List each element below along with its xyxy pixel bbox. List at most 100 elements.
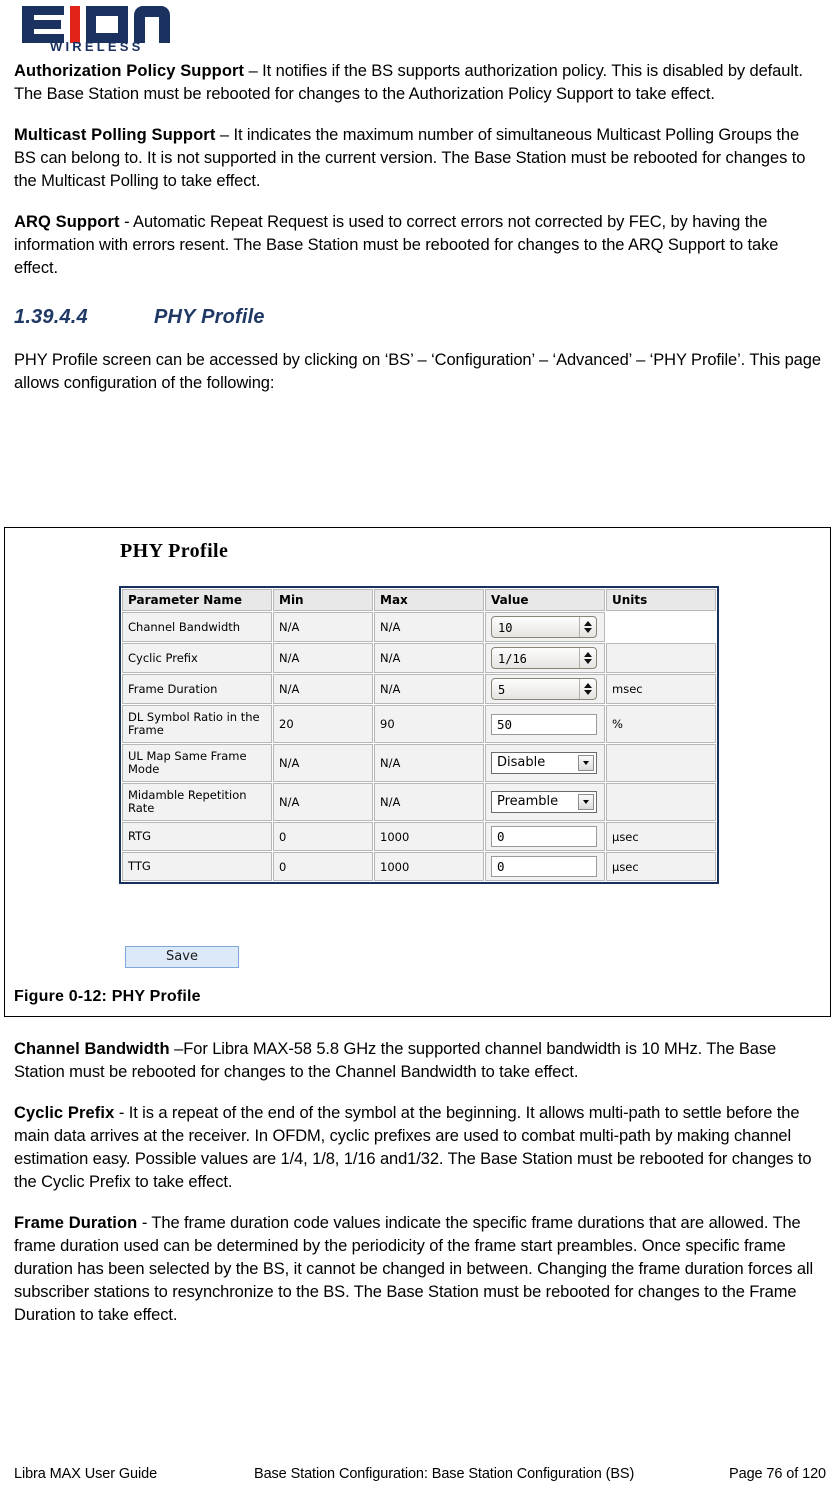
channel-bandwidth-spinner[interactable]: 10 (491, 616, 597, 638)
text-cyclic-prefix: - It is a repeat of the end of the symbo… (14, 1104, 812, 1191)
paragraph-arq-support: ARQ Support - Automatic Repeat Request i… (14, 211, 824, 280)
row-min-dl-symbol-ratio: 20 (273, 705, 373, 743)
row-min-midamble-repetition-rate: N/A (273, 783, 373, 821)
term-arq-support: ARQ Support (14, 213, 120, 231)
paragraph-multicast-polling-support: Multicast Polling Support – It indicates… (14, 124, 824, 193)
spinner-down-icon[interactable] (584, 659, 592, 664)
row-label-frame-duration: Frame Duration (122, 674, 272, 704)
dropdown-button[interactable] (578, 755, 594, 771)
rtg-input[interactable]: 0 (491, 826, 597, 847)
row-label-ul-map-same-frame-mode: UL Map Same Frame Mode (122, 744, 272, 782)
row-label-cyclic-prefix: Cyclic Prefix (122, 643, 272, 673)
row-min-ul-map-same-frame-mode: N/A (273, 744, 373, 782)
spinner-up-icon[interactable] (584, 621, 592, 626)
logo-tagline: WIRELESS (50, 39, 144, 52)
article-body-upper: Authorization Policy Support – It notifi… (14, 60, 824, 413)
row-units-ttg: µsec (606, 852, 716, 881)
text-arq-support: - Automatic Repeat Request is used to co… (14, 213, 779, 277)
table-row: Cyclic Prefix N/A N/A 1/16 (122, 643, 716, 673)
chevron-down-icon[interactable] (583, 800, 589, 804)
frame-duration-value[interactable]: 5 (492, 679, 579, 699)
frame-duration-spinner[interactable]: 5 (491, 678, 597, 700)
paragraph-cyclic-prefix: Cyclic Prefix - It is a repeat of the en… (14, 1102, 826, 1194)
midamble-repetition-rate-value[interactable]: Preamble (492, 793, 578, 811)
table-row: RTG 0 1000 0 µsec (122, 822, 716, 851)
phy-profile-table: Parameter Name Min Max Value Units Chann… (119, 586, 719, 884)
spinner-down-icon[interactable] (584, 690, 592, 695)
spinner-down-icon[interactable] (584, 628, 592, 633)
table-row: Channel Bandwidth N/A N/A 10 (122, 612, 716, 642)
save-button[interactable]: Save (125, 946, 239, 968)
spinner-up-icon[interactable] (584, 652, 592, 657)
table-row: DL Symbol Ratio in the Frame 20 90 50 % (122, 705, 716, 743)
term-multicast-polling-support: Multicast Polling Support (14, 126, 216, 144)
section-number: 1.39.4.4 (14, 306, 88, 328)
footer-page-number: Page 76 of 120 (729, 1466, 826, 1482)
term-channel-bandwidth: Channel Bandwidth (14, 1040, 170, 1058)
row-min-cyclic-prefix: N/A (273, 643, 373, 673)
eion-wireless-logo: WIRELESS (18, 2, 178, 52)
term-frame-duration: Frame Duration (14, 1214, 138, 1232)
row-max-dl-symbol-ratio: 90 (374, 705, 484, 743)
row-max-cyclic-prefix: N/A (374, 643, 484, 673)
figure-phy-profile: PHY Profile Parameter Name Min Max Value… (4, 527, 831, 1017)
row-value-cell-dl-symbol-ratio: 50 (485, 705, 605, 743)
row-label-channel-bandwidth: Channel Bandwidth (122, 612, 272, 642)
row-value-cell-frame-duration: 5 (485, 674, 605, 704)
ttg-input[interactable]: 0 (491, 856, 597, 877)
row-max-ttg: 1000 (374, 852, 484, 881)
ul-map-same-frame-mode-select[interactable]: Disable (491, 752, 597, 774)
row-value-cell-midamble-repetition-rate: Preamble (485, 783, 605, 821)
row-value-cell-rtg: 0 (485, 822, 605, 851)
channel-bandwidth-value[interactable]: 10 (492, 617, 579, 637)
spinner-up-icon[interactable] (584, 683, 592, 688)
row-units-midamble-repetition-rate (606, 783, 716, 821)
table-row: Frame Duration N/A N/A 5 msec (122, 674, 716, 704)
cyclic-prefix-value[interactable]: 1/16 (492, 648, 579, 668)
row-max-channel-bandwidth: N/A (374, 612, 484, 642)
table-row: Midamble Repetition Rate N/A N/A Preambl… (122, 783, 716, 821)
row-value-cell-ttg: 0 (485, 852, 605, 881)
row-label-midamble-repetition-rate: Midamble Repetition Rate (122, 783, 272, 821)
row-value-cell-ul-map-same-frame-mode: Disable (485, 744, 605, 782)
column-header-units: Units (606, 589, 716, 611)
row-max-ul-map-same-frame-mode: N/A (374, 744, 484, 782)
midamble-repetition-rate-select[interactable]: Preamble (491, 791, 597, 813)
row-units-frame-duration: msec (606, 674, 716, 704)
row-label-rtg: RTG (122, 822, 272, 851)
row-max-frame-duration: N/A (374, 674, 484, 704)
term-cyclic-prefix: Cyclic Prefix (14, 1104, 115, 1122)
row-label-ttg: TTG (122, 852, 272, 881)
dropdown-button[interactable] (578, 794, 594, 810)
row-units-rtg: µsec (606, 822, 716, 851)
paragraph-frame-duration: Frame Duration - The frame duration code… (14, 1212, 826, 1327)
paragraph-authorization-policy-support: Authorization Policy Support – It notifi… (14, 60, 824, 106)
table-row: UL Map Same Frame Mode N/A N/A Disable (122, 744, 716, 782)
logo-icon: WIRELESS (22, 6, 170, 52)
spinner-buttons[interactable] (579, 679, 596, 699)
dl-symbol-ratio-input[interactable]: 50 (491, 713, 597, 735)
paragraph-channel-bandwidth: Channel Bandwidth –For Libra MAX-58 5.8 … (14, 1038, 826, 1084)
column-header-parameter-name: Parameter Name (122, 589, 272, 611)
footer-document-title: Libra MAX User Guide (14, 1466, 158, 1482)
row-units-cyclic-prefix (606, 643, 716, 673)
ul-map-same-frame-mode-value[interactable]: Disable (492, 754, 578, 772)
article-body-lower: Channel Bandwidth –For Libra MAX-58 5.8 … (14, 1038, 826, 1345)
row-units-dl-symbol-ratio: % (606, 705, 716, 743)
table-row: TTG 0 1000 0 µsec (122, 852, 716, 881)
section-title: PHY Profile (154, 306, 265, 328)
paragraph-phy-profile-intro: PHY Profile screen can be accessed by cl… (14, 351, 821, 392)
spinner-buttons[interactable] (579, 617, 596, 637)
cyclic-prefix-spinner[interactable]: 1/16 (491, 647, 597, 669)
row-min-channel-bandwidth: N/A (273, 612, 373, 642)
column-header-max: Max (374, 589, 484, 611)
row-max-rtg: 1000 (374, 822, 484, 851)
row-min-rtg: 0 (273, 822, 373, 851)
row-max-midamble-repetition-rate: N/A (374, 783, 484, 821)
column-header-value: Value (485, 589, 605, 611)
spinner-buttons[interactable] (579, 648, 596, 668)
row-value-cell-channel-bandwidth: 10 (485, 612, 605, 642)
figure-caption: Figure 0-12: PHY Profile (14, 988, 201, 1005)
footer-section-path: Base Station Configuration: Base Station… (254, 1466, 635, 1482)
chevron-down-icon[interactable] (583, 761, 589, 765)
